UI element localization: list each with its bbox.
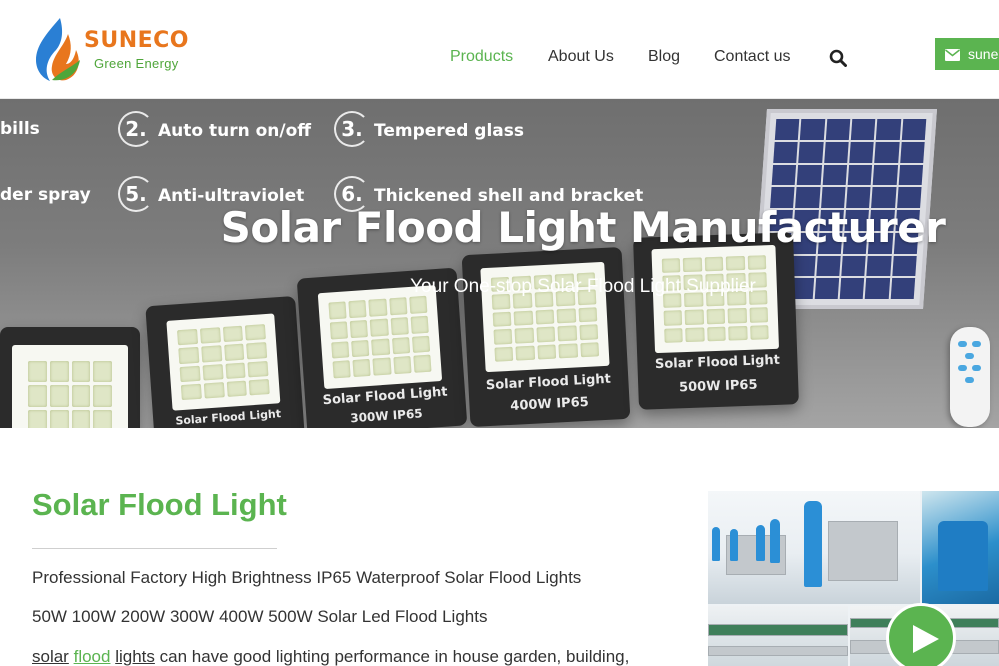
product-label: Solar Flood Light [654,352,781,373]
section-title: Solar Flood Light [32,487,287,522]
play-button[interactable] [886,603,956,666]
logo-name: SUNECO [84,28,189,53]
nav-item-products[interactable]: Products [450,48,513,66]
hero-feature: 3. Tempered glass [334,111,524,147]
nav-item-about-us[interactable]: About Us [548,48,614,66]
hero-banner: bills 2. Auto turn on/off 3. Tempered glas… [0,99,999,428]
description-line-2: 50W 100W 200W 300W 400W 500W Solar Led F… [32,607,488,626]
hero-feature: bills [0,119,40,139]
site-header: SUNECO Green Energy Products About Us Bl… [0,0,999,99]
envelope-icon [945,49,960,61]
product-label: Solar Flood Light [485,371,612,394]
logo-tagline: Green Energy [94,56,179,71]
link-lights[interactable]: lights [115,647,155,666]
factory-photo [922,491,999,604]
nav-item-contact-us[interactable]: Contact us [714,48,790,66]
hero-feature: der spray [0,185,91,205]
nav-item-blog[interactable]: Blog [648,48,680,66]
hero-subtitle: Your One-stop Solar Flood Light Supplier [410,276,756,297]
factory-photo [708,491,920,604]
remote-control-image [950,327,990,427]
product-spec: 400W IP65 [509,394,590,414]
description-line-3: solar flood lights can have good lightin… [32,647,630,666]
flood-light-image: Solar Flood Light [145,295,305,428]
hero-title: Solar Flood Light Manufacturer [220,203,946,252]
email-button[interactable]: sune [935,38,999,70]
description-line-1: Professional Factory High Brightness IP6… [32,568,582,587]
email-button-label: sune [968,46,999,62]
link-flood[interactable]: flood [74,647,111,666]
search-icon[interactable] [829,49,847,67]
play-icon [913,625,939,653]
product-spec: 500W IP65 [678,377,758,396]
factory-video-thumbnail[interactable] [708,491,999,666]
link-solar[interactable]: solar [32,647,69,666]
flood-light-image: Solar Flood Light 500W IP65 [633,232,799,410]
flood-light-image: Solar Flood Light 400W IP65 [461,246,631,428]
flood-light-image [0,327,140,428]
flame-logo-icon [36,18,80,81]
logo[interactable]: SUNECO Green Energy [32,16,202,84]
factory-photo [708,606,848,666]
hero-feature: 2. Auto turn on/off [118,111,311,147]
divider [32,548,277,549]
